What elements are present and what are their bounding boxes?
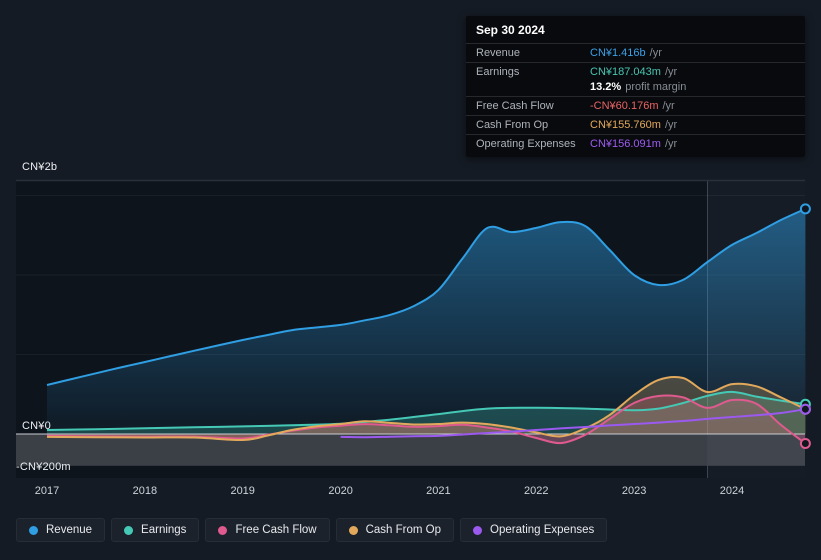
x-axis-label-2022: 2022 — [524, 485, 549, 497]
tooltip-label: Free Cash Flow — [476, 100, 554, 112]
legend-dot — [29, 525, 38, 535]
y-axis-label-zero: CN¥0 — [22, 420, 51, 432]
legend-dot — [124, 525, 134, 535]
y-axis-label-top: CN¥2b — [22, 161, 58, 173]
tooltip-label: Cash From Op — [476, 119, 549, 131]
legend-label: Revenue — [46, 524, 93, 536]
x-axis-label-2017: 2017 — [34, 485, 60, 497]
legend-item-cash-from-op[interactable]: Cash From Op — [335, 518, 455, 542]
x-axis-label-2021: 2021 — [426, 485, 451, 497]
x-axis-label-2018: 2018 — [132, 485, 158, 497]
legend-label: Operating Expenses — [490, 524, 595, 536]
legend-label: Free Cash Flow — [235, 524, 317, 536]
chart-canvas[interactable] — [16, 179, 811, 478]
legend-label: Earnings — [141, 524, 187, 536]
x-axis-label-2024: 2024 — [719, 485, 745, 497]
legend-dot — [473, 525, 483, 535]
tooltip: Sep 30 2024 Revenue CN¥1.416b/yr Earning… — [466, 16, 805, 157]
x-axis-label-2020: 2020 — [328, 485, 353, 497]
tooltip-suffix: /yr — [662, 100, 675, 112]
x-axis-label-2023: 2023 — [621, 485, 647, 497]
y-axis-label-negative: -CN¥200m — [16, 461, 71, 473]
tooltip-row-profit-margin: 13.2% profit margin — [466, 81, 805, 96]
tooltip-label: Revenue — [476, 47, 521, 59]
tooltip-suffix: /yr — [664, 138, 678, 150]
tooltip-row-earnings: Earnings CN¥187.043m/yr — [466, 62, 805, 81]
legend-item-revenue[interactable]: Revenue — [16, 518, 106, 542]
tooltip-value: CN¥1.416b — [590, 47, 646, 59]
tooltip-suffix: /yr — [664, 119, 678, 131]
chart-page: CN¥2b CN¥0 -CN¥200m 2017 2018 2019 2020 … — [0, 0, 821, 560]
tooltip-value: -CN¥60.176m — [590, 100, 659, 112]
profit-margin-percent: 13.2% — [590, 81, 622, 93]
legend: Revenue Earnings Free Cash Flow Cash Fro… — [16, 518, 608, 542]
tooltip-row-revenue: Revenue CN¥1.416b/yr — [466, 43, 805, 62]
tooltip-suffix: /yr — [664, 66, 678, 78]
legend-label: Cash From Op — [365, 524, 442, 536]
tooltip-row-cash-from-op: Cash From Op CN¥155.760m/yr — [466, 115, 805, 134]
profit-margin-text: profit margin — [625, 81, 687, 93]
tooltip-date: Sep 30 2024 — [476, 23, 545, 37]
legend-item-free-cash-flow[interactable]: Free Cash Flow — [205, 518, 330, 542]
tooltip-value: CN¥187.043m — [590, 66, 661, 78]
chart-svg — [16, 179, 811, 478]
legend-item-earnings[interactable]: Earnings — [111, 518, 200, 542]
tooltip-row-free-cash-flow: Free Cash Flow -CN¥60.176m/yr — [466, 96, 805, 115]
tooltip-label: Operating Expenses — [476, 138, 576, 150]
legend-dot — [218, 525, 228, 535]
legend-dot — [348, 525, 358, 535]
tooltip-value: CN¥156.091m — [590, 138, 661, 150]
tooltip-value: CN¥155.760m — [590, 119, 661, 131]
tooltip-label: Earnings — [476, 66, 520, 78]
tooltip-row-operating-expenses: Operating Expenses CN¥156.091m/yr — [466, 134, 805, 153]
legend-item-operating-expenses[interactable]: Operating Expenses — [460, 518, 608, 542]
tooltip-suffix: /yr — [649, 47, 662, 59]
x-axis-label-2019: 2019 — [230, 485, 255, 497]
